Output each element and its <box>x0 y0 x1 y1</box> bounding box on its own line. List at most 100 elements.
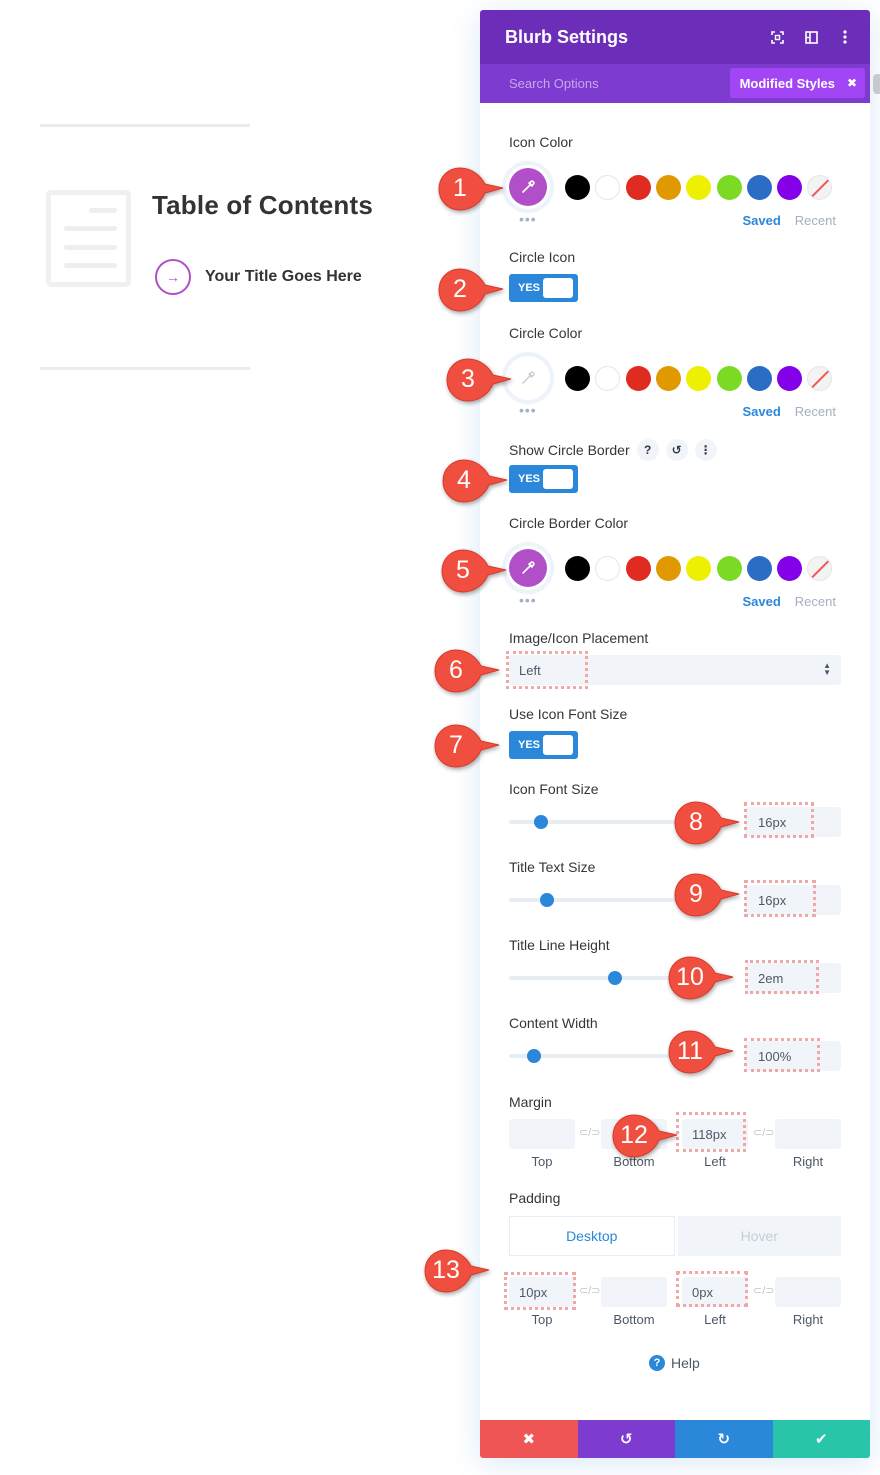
close-icon[interactable]: ✖ <box>847 76 857 90</box>
annotation-marker: 4 <box>441 458 508 503</box>
saved-colors-tab[interactable]: Saved <box>742 404 780 419</box>
color-swatch[interactable] <box>595 366 621 391</box>
recent-colors-tab[interactable]: Recent <box>795 213 836 228</box>
color-swatch[interactable] <box>655 556 681 581</box>
margin-right-input[interactable] <box>775 1119 841 1149</box>
content-width-input[interactable]: 100% <box>745 1041 841 1071</box>
color-swatch[interactable] <box>625 556 651 581</box>
annotation-marker: 5 <box>440 548 507 593</box>
more-colors-icon[interactable]: ••• <box>519 403 537 417</box>
color-swatch[interactable] <box>686 556 712 581</box>
swatch-transparent[interactable] <box>807 366 833 391</box>
tab-hover[interactable]: Hover <box>677 1216 841 1256</box>
edge-handle[interactable] <box>873 74 880 94</box>
color-swatch[interactable] <box>746 556 772 581</box>
color-swatch[interactable] <box>625 366 651 391</box>
help-icon: ? <box>649 1355 665 1371</box>
color-swatch[interactable] <box>565 366 590 391</box>
color-swatch[interactable] <box>595 175 621 200</box>
annotation-marker: 9 <box>673 872 740 917</box>
annotation-number: 12 <box>620 1120 648 1149</box>
icon-font-size-slider[interactable] <box>509 812 689 832</box>
title-line-height-slider[interactable] <box>509 968 689 988</box>
more-options-icon[interactable]: ⋮ <box>694 439 717 461</box>
redo-button[interactable]: ↻ <box>675 1420 773 1458</box>
slider-handle[interactable] <box>534 815 549 829</box>
color-swatch[interactable] <box>655 366 681 391</box>
padding-right-input[interactable] <box>775 1277 841 1307</box>
show-circle-border-toggle[interactable]: YES <box>509 465 578 493</box>
color-picker-button[interactable] <box>506 165 550 209</box>
tab-desktop[interactable]: Desktop <box>509 1216 675 1256</box>
title-line-height-input[interactable]: 2em <box>745 963 841 993</box>
circle-border-color-picker: ••• Saved Recent <box>506 546 846 609</box>
save-button[interactable]: ✔ <box>772 1420 870 1458</box>
help-link[interactable]: ? Help <box>649 1355 700 1371</box>
link-icon[interactable]: ⊂/⊃ <box>579 1126 601 1139</box>
circle-icon-toggle[interactable]: YES <box>509 274 578 302</box>
use-icon-font-size-toggle[interactable]: YES <box>509 731 578 759</box>
cancel-button[interactable]: ✖ <box>480 1420 578 1458</box>
color-swatch[interactable] <box>716 366 742 391</box>
padding-top-input[interactable]: 10px <box>509 1277 575 1307</box>
saved-colors-tab[interactable]: Saved <box>742 213 780 228</box>
color-swatch[interactable] <box>686 366 712 391</box>
color-swatch[interactable] <box>777 175 803 200</box>
padding-left-input[interactable]: 0px <box>682 1277 748 1307</box>
title-text-size-input[interactable]: 16px <box>745 885 841 915</box>
reset-icon[interactable]: ↺ <box>665 439 688 461</box>
slider-handle[interactable] <box>608 971 623 985</box>
margin-label: Margin <box>509 1094 552 1110</box>
modified-styles-filter[interactable]: Modified Styles ✖ <box>729 68 865 98</box>
placement-select[interactable]: Left ▲ ▼ <box>509 655 841 685</box>
color-swatch[interactable] <box>777 556 803 581</box>
slider-track <box>509 976 689 980</box>
color-swatch[interactable] <box>746 366 772 391</box>
split-view-icon[interactable] <box>796 22 826 52</box>
padding-bottom-label: Bottom <box>613 1312 655 1327</box>
link-icon[interactable]: ⊂/⊃ <box>753 1284 775 1297</box>
more-options-icon[interactable] <box>830 22 860 52</box>
swatch-transparent[interactable] <box>807 175 833 200</box>
fullscreen-icon[interactable] <box>762 22 792 52</box>
recent-colors-tab[interactable]: Recent <box>795 404 836 419</box>
color-swatch[interactable] <box>686 175 712 200</box>
select-arrows-icon: ▲ ▼ <box>823 661 831 677</box>
margin-top-input[interactable] <box>509 1119 575 1149</box>
color-swatch[interactable] <box>777 366 803 391</box>
recent-colors-tab[interactable]: Recent <box>795 594 836 609</box>
close-icon: ✖ <box>522 1431 536 1448</box>
content-width-slider[interactable] <box>509 1046 689 1066</box>
color-swatch[interactable] <box>625 175 651 200</box>
slider-handle[interactable] <box>527 1049 542 1063</box>
link-icon[interactable]: ⊂/⊃ <box>579 1284 601 1297</box>
annotation-number: 10 <box>676 962 704 991</box>
color-picker-button[interactable] <box>506 546 550 590</box>
margin-left-label: Left <box>704 1154 726 1169</box>
color-swatch[interactable] <box>746 175 772 200</box>
saved-colors-tab[interactable]: Saved <box>742 594 780 609</box>
toc-list-item[interactable]: → Your Title Goes Here <box>155 259 362 295</box>
link-icon[interactable]: ⊂/⊃ <box>753 1126 775 1139</box>
divider-top <box>40 124 250 127</box>
color-swatch[interactable] <box>565 175 590 200</box>
padding-bottom-input[interactable] <box>601 1277 667 1307</box>
undo-button[interactable]: ↺ <box>577 1420 675 1458</box>
color-swatch[interactable] <box>595 556 621 581</box>
more-colors-icon[interactable]: ••• <box>519 593 537 607</box>
margin-left-input[interactable]: 118px <box>682 1119 748 1149</box>
help-icon[interactable]: ? <box>636 439 659 461</box>
color-swatch[interactable] <box>716 175 742 200</box>
color-swatch[interactable] <box>716 556 742 581</box>
icon-font-size-input[interactable]: 16px <box>745 807 841 837</box>
more-colors-icon[interactable]: ••• <box>519 212 537 226</box>
title-text-size-slider[interactable] <box>509 890 689 910</box>
undo-icon: ↺ <box>619 1431 633 1448</box>
annotation-marker: 12 <box>611 1113 678 1158</box>
color-swatch[interactable] <box>655 175 681 200</box>
swatch-transparent[interactable] <box>807 556 833 581</box>
color-swatch[interactable] <box>565 556 590 581</box>
slider-handle[interactable] <box>539 893 554 907</box>
margin-right-label: Right <box>792 1154 824 1169</box>
annotation-marker: 2 <box>437 267 504 312</box>
